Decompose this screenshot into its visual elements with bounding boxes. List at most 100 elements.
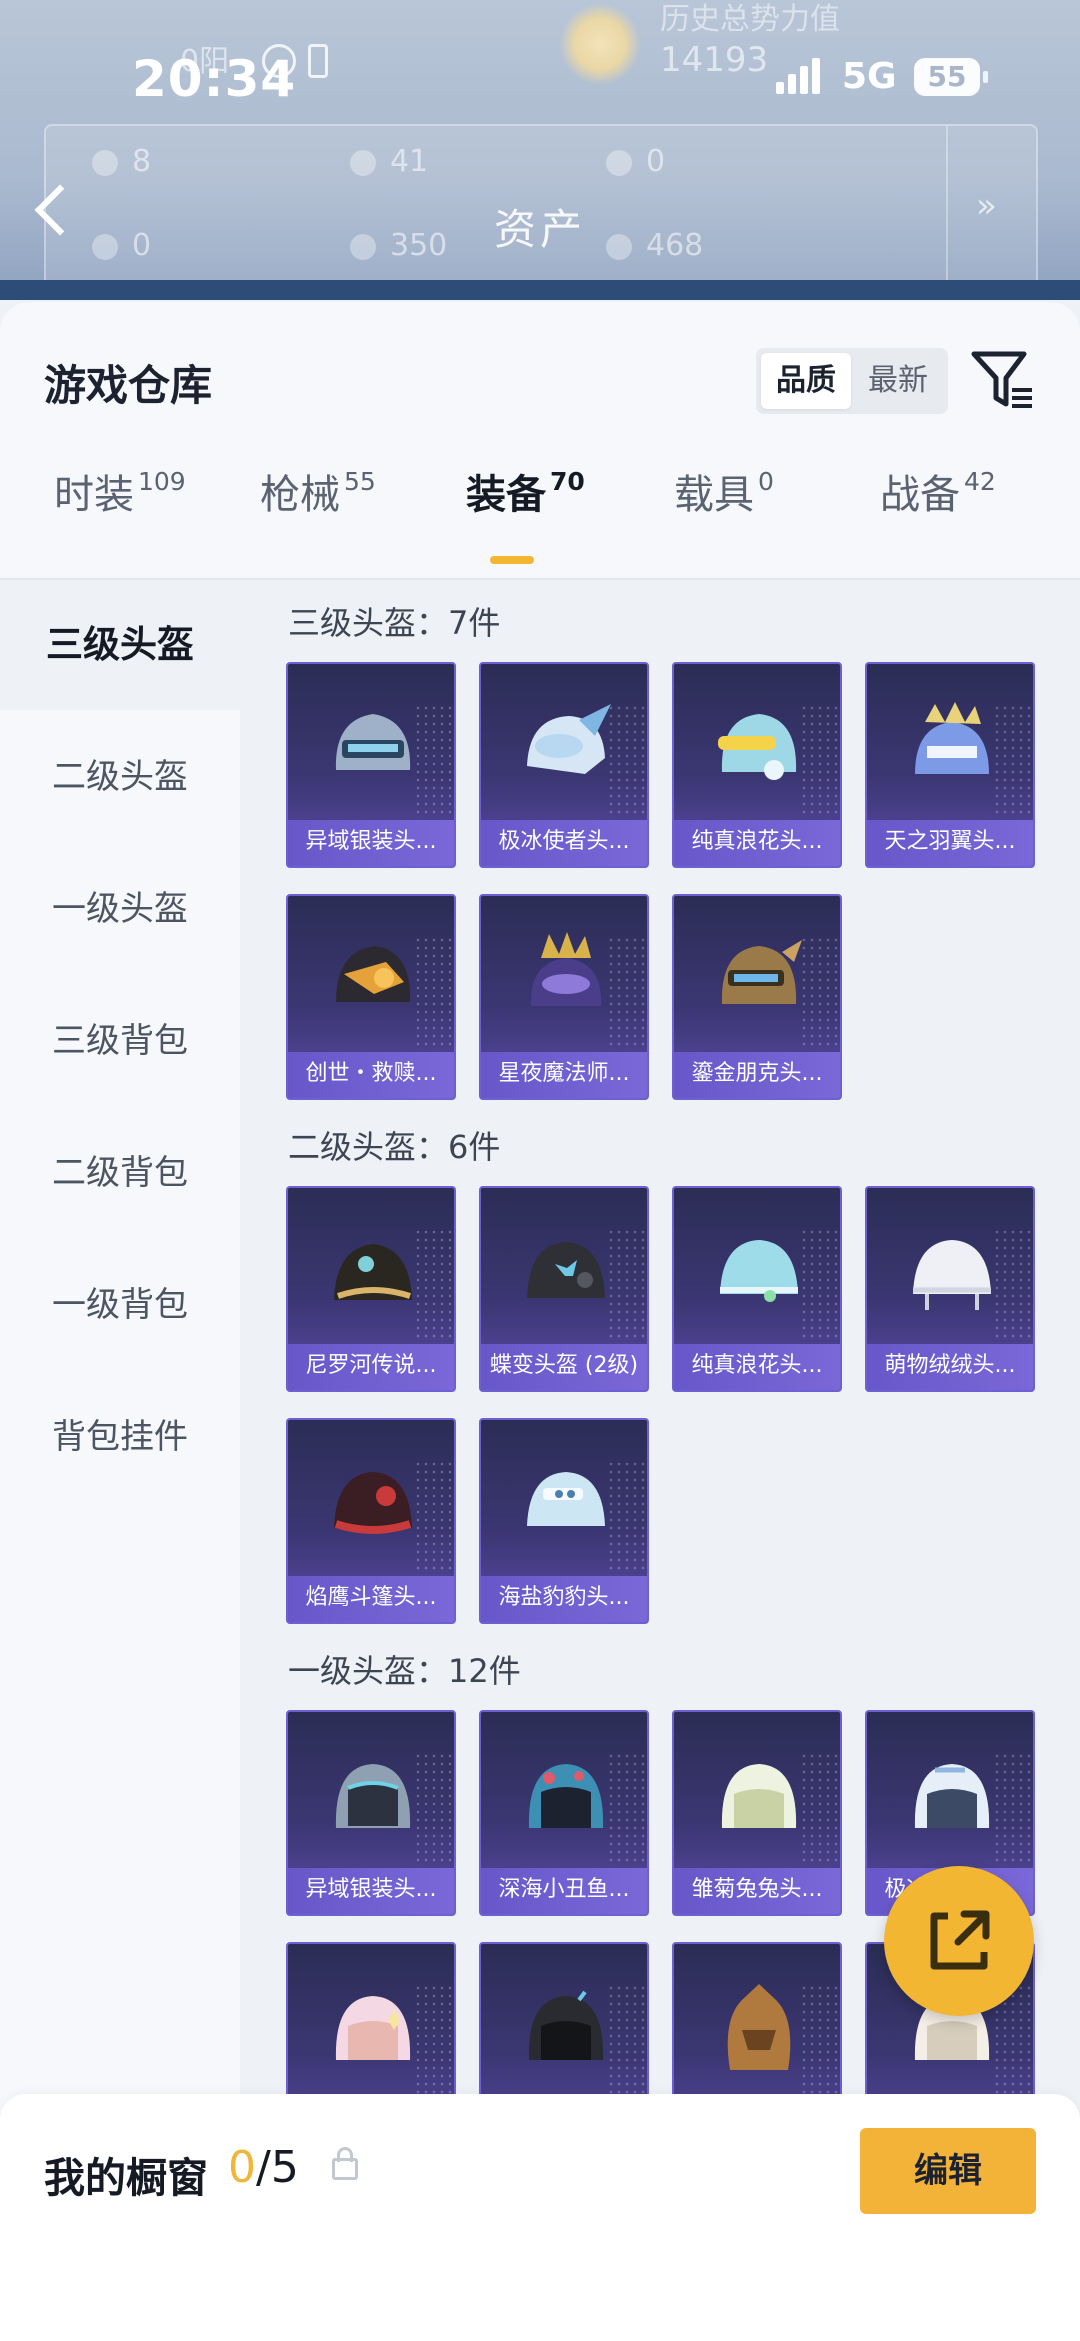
section-title: 三级头盔：7件 [288,604,501,642]
item-card[interactable]: 纯真浪花头... [672,662,842,868]
notification-icon [308,44,328,78]
sheet-header: 游戏仓库 品质 最新 时装 109 枪械 55 装备 70 载具 0 战备 42 [0,302,1080,578]
sort-quality-button[interactable]: 品质 [761,353,851,409]
asset-page-title: 资产 [493,205,586,254]
helmet-icon [721,940,802,1004]
share-button[interactable] [884,1866,1034,2016]
tab-weapons[interactable]: 枪械 55 [260,462,376,562]
item-grid: 三级头盔：7件 异域银装头... 极冰使者头... 纯真浪花头... 天之羽翼头… [240,580,1080,2340]
showcase-title: 我的橱窗 [44,2154,208,2202]
asset-value: 41 [350,144,428,179]
item-card[interactable]: 鎏金朋克头... [672,894,842,1100]
section-title: 一级头盔：12件 [288,1652,521,1690]
helmet-icon [527,704,611,774]
filter-icon[interactable] [970,350,1036,412]
item-card[interactable]: 异域银装头... [286,1710,456,1916]
flame-emblem-icon [560,4,640,84]
asset-icon [92,149,118,176]
helmet-icon [727,1984,791,2070]
helmet-icon [334,1472,412,1534]
helmet-icon [915,702,989,774]
helmet-icon [914,1764,990,1828]
helmet-icon [720,1240,798,1302]
signal-icon [776,58,820,94]
showcase-bar: 我的橱窗 0/5 编辑 [0,2094,1080,2341]
ghost-top-text: 历史总势力值 [660,2,840,37]
warehouse-sheet: 游戏仓库 品质 最新 时装 109 枪械 55 装备 70 载具 0 战备 42 三级头盔… [0,302,1080,2341]
item-card[interactable]: 星夜魔法师... [479,894,649,1100]
tab-vehicles[interactable]: 载具 0 [674,462,774,562]
item-card[interactable]: 焰鹰斗篷头... [286,1418,456,1624]
showcase-count: 0/5 [228,2142,299,2193]
item-card[interactable]: 异域银装头... [286,662,456,868]
sidebar-item-level3-backpack[interactable]: 三级背包 [0,976,240,1106]
category-tabs: 时装 109 枪械 55 装备 70 载具 0 战备 42 [0,462,1080,564]
lock-icon [332,2147,358,2180]
item-name: 海盐豹豹头... [481,1576,647,1622]
helmet-icon [527,1242,605,1298]
helmet-icon [334,1244,412,1300]
helmet-icon [528,1990,604,2060]
item-card[interactable]: 天之羽翼头... [865,662,1035,868]
item-name: 蝶变头盔 (2级) [481,1344,647,1390]
helmet-icon [530,932,602,1006]
top-header-backdrop: 历史总势力值 0阳 20:34 14193 5G 55 8 41 0 0 350… [0,0,1080,300]
item-card[interactable]: 海盐豹豹头... [479,1418,649,1624]
helmet-icon [335,1764,411,1828]
page-title: 游戏仓库 [44,361,213,410]
sidebar-item-backpack-charm[interactable]: 背包挂件 [0,1372,240,1502]
item-name: 异域银装头... [288,820,454,866]
helmet-icon [527,1472,605,1526]
asset-value: 8 [92,144,151,179]
sidebar-item-level2-backpack[interactable]: 二级背包 [0,1108,240,1238]
item-name: 异域银装头... [288,1868,454,1914]
helmet-icon [335,714,411,770]
helmet-icon [913,1240,991,1310]
helmet-icon [528,1764,604,1828]
item-card[interactable]: 雏菊兔兔头... [672,1710,842,1916]
item-name: 纯真浪花头... [674,1344,840,1390]
item-card[interactable]: 极冰使者头... [479,662,649,868]
network-type: 5G [842,56,897,97]
asset-icon [350,149,376,176]
ghost-number: 14193 [660,40,769,80]
item-name: 创世・救赎... [288,1052,454,1098]
active-tab-indicator [490,556,534,564]
sort-toggle: 品质 最新 [756,348,948,414]
asset-icon [606,149,632,176]
edit-button[interactable]: 编辑 [860,2128,1036,2214]
item-card[interactable]: 创世・救赎... [286,894,456,1100]
header-band [0,280,1080,300]
item-card[interactable]: 尼罗河传说... [286,1186,456,1392]
sidebar-item-level1-helmet[interactable]: 一级头盔 [0,844,240,974]
sidebar-item-level1-backpack[interactable]: 一级背包 [0,1240,240,1370]
item-name: 萌物绒绒头... [867,1344,1033,1390]
item-name: 深海小丑鱼... [481,1868,647,1914]
helmet-icon [718,714,797,780]
section-title: 二级头盔：6件 [288,1128,501,1166]
item-name: 焰鹰斗篷头... [288,1576,454,1622]
sidebar-item-level3-helmet[interactable]: 三级头盔 [0,580,240,710]
item-card[interactable]: 萌物绒绒头... [865,1186,1035,1392]
item-name: 雏菊兔兔头... [674,1868,840,1914]
item-card[interactable]: 蝶变头盔 (2级) [479,1186,649,1392]
item-name: 天之羽翼头... [867,820,1033,866]
item-name: 极冰使者头... [481,820,647,866]
helmet-icon [721,1764,797,1828]
item-name: 鎏金朋克头... [674,1052,840,1098]
item-name: 尼罗河传说... [288,1344,454,1390]
subcategory-sidebar: 三级头盔 二级头盔 一级头盔 三级背包 二级背包 一级背包 背包挂件 [0,580,240,2300]
item-name: 星夜魔法师... [481,1052,647,1098]
item-card[interactable]: 深海小丑鱼... [479,1710,649,1916]
asset-value: 0 [606,144,665,179]
tab-equipment[interactable]: 装备 70 [466,462,585,564]
item-card[interactable]: 纯真浪花头... [672,1186,842,1392]
double-chevron-right-icon[interactable]: » [976,186,997,226]
tab-supplies[interactable]: 战备 42 [880,462,996,562]
helmet-icon [336,946,411,1002]
tab-fashion[interactable]: 时装 109 [54,462,186,562]
sort-newest-button[interactable]: 最新 [853,353,943,409]
item-name: 纯真浪花头... [674,820,840,866]
sidebar-item-level2-helmet[interactable]: 二级头盔 [0,712,240,842]
location-icon [262,44,296,78]
